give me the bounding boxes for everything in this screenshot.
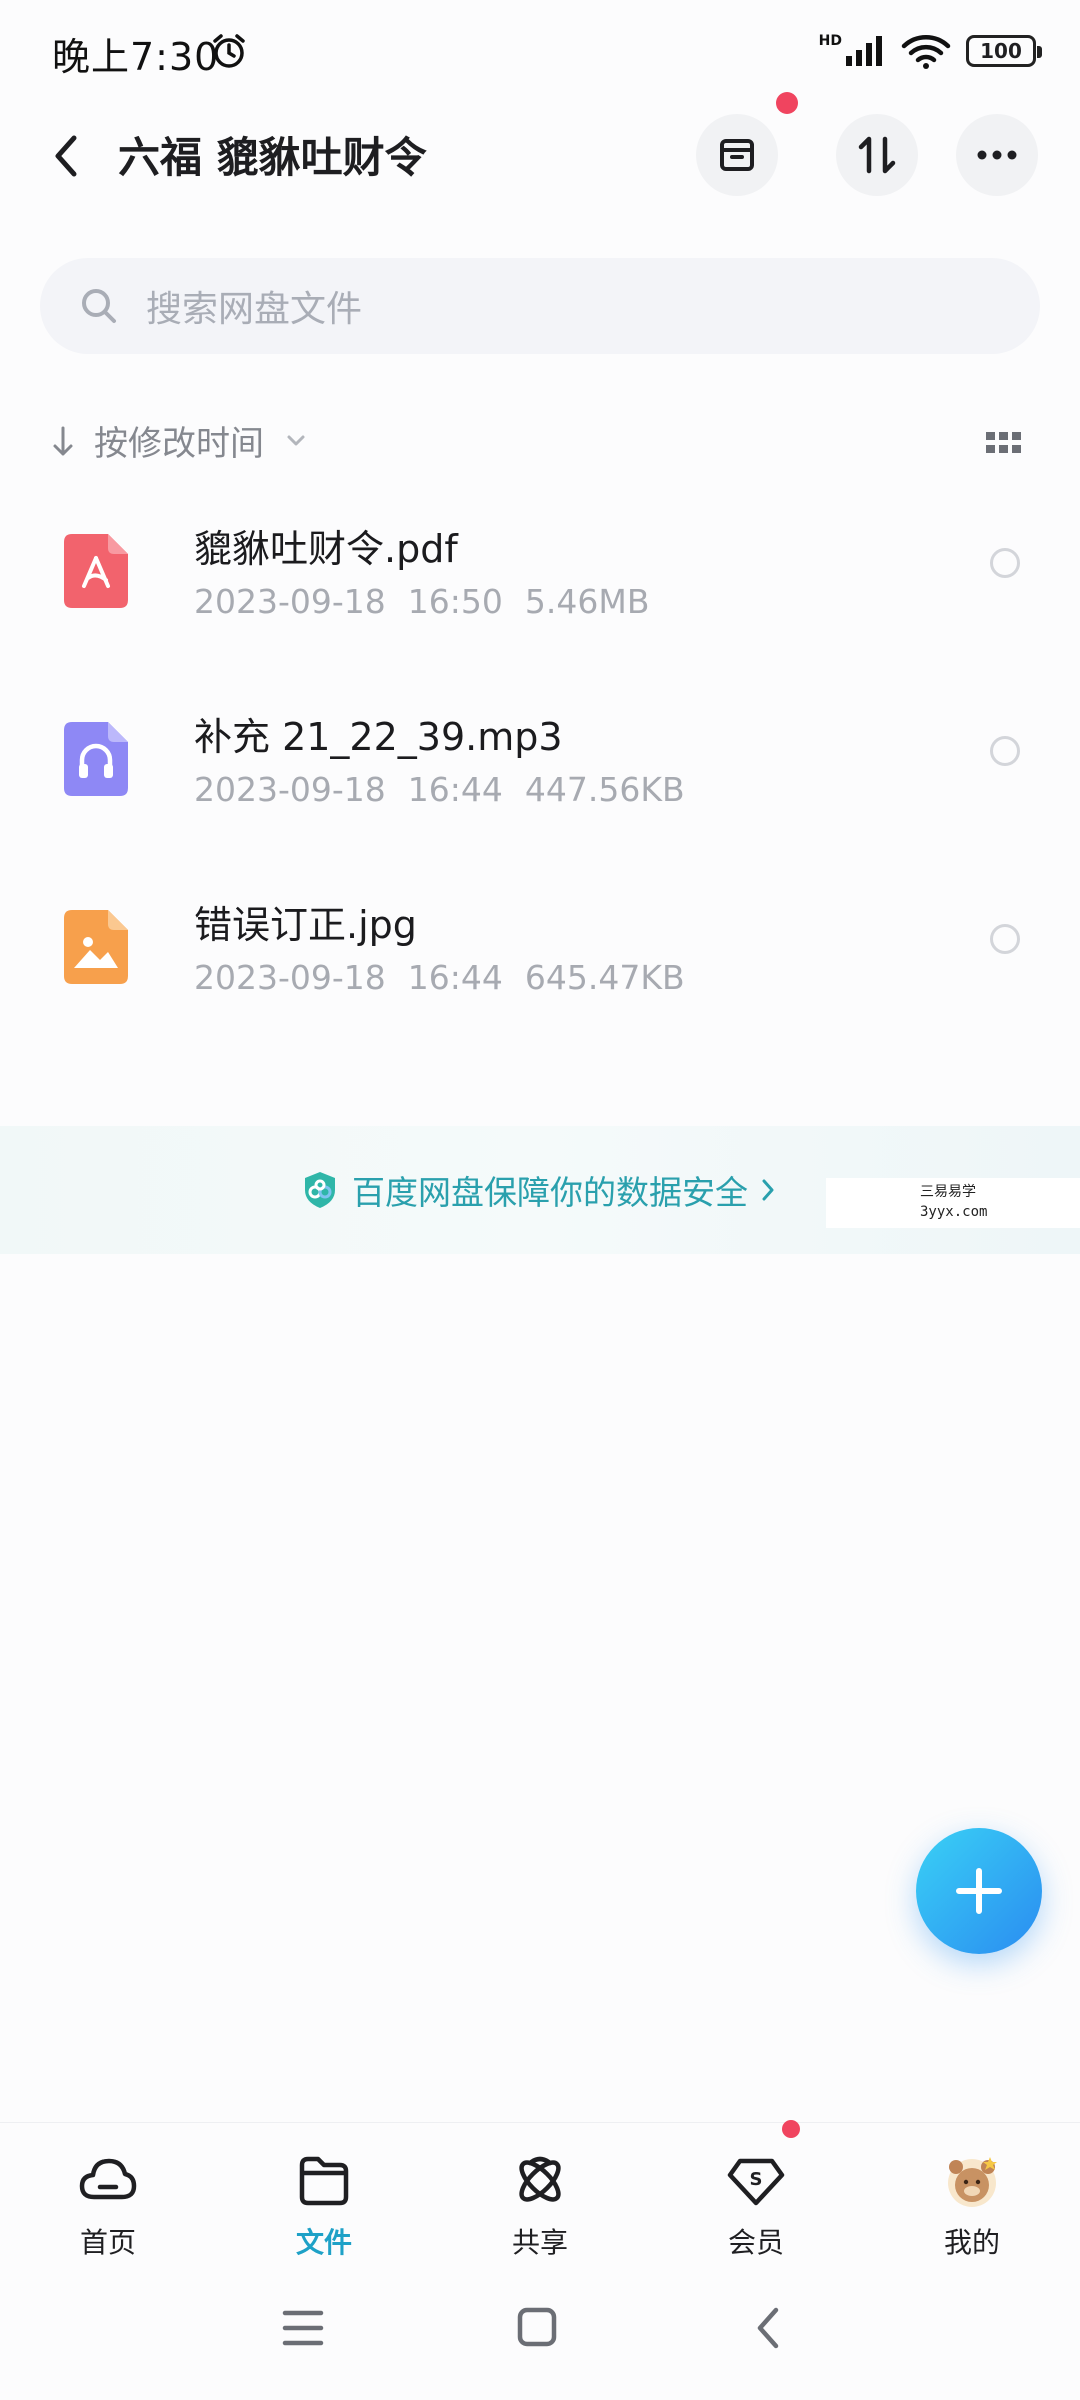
system-nav-bar [0,2272,1080,2400]
more-options-button[interactable] [956,114,1038,196]
nav-label: 会员 [727,2226,784,2259]
select-checkbox[interactable] [990,924,1020,954]
back-triangle-icon[interactable] [752,2306,784,2350]
home-square-icon[interactable] [516,2306,558,2348]
network-type: HD [818,33,842,49]
vip-notification-dot [782,2120,800,2138]
file-date: 2023-09-18 [194,770,386,809]
shield-icon [305,1172,335,1208]
more-dots-icon [977,150,1017,160]
sort-label: 按修改时间 [94,424,264,464]
plus-icon [956,1868,1002,1914]
status-right: HD 100 [819,32,1042,70]
cellular-signal-icon: HD [819,34,886,68]
sort-dropdown[interactable]: 按修改时间 [52,416,308,465]
banner-text: 百度网盘保障你的数据安全 [352,1173,748,1212]
folder-icon [299,2156,349,2206]
archive-box-icon [720,139,754,171]
back-button[interactable] [44,128,88,184]
file-date: 2023-09-18 [194,958,386,997]
search-input[interactable]: 搜索网盘文件 [40,258,1040,354]
add-button[interactable] [916,1828,1042,1954]
file-name: 错误订正.jpg [194,903,417,947]
vip-diamond-icon: S [727,2158,785,2206]
nav-label: 我的 [943,2226,1000,2259]
battery-icon: 100 [966,35,1042,67]
grid-view-icon[interactable] [986,432,1022,454]
file-name: 补充 21_22_39.mp3 [194,715,563,759]
nav-mine[interactable]: 我的 [892,2133,1052,2261]
nav-label: 共享 [511,2226,568,2259]
alarm-icon [213,34,245,68]
search-icon [82,289,116,323]
watermark-line1: 三易易学 [920,1184,976,1200]
svg-text:S: S [750,2169,763,2190]
sort-arrows-icon [858,136,896,174]
file-size: 5.46MB [524,582,650,621]
search-placeholder: 搜索网盘文件 [146,289,363,330]
file-time: 16:44 [407,958,503,997]
arrow-down-icon [53,426,73,455]
select-checkbox[interactable] [990,548,1020,578]
nav-label: 文件 [295,2226,352,2259]
transfer-button[interactable] [696,114,778,196]
file-name: 貔貅吐财令.pdf [194,527,458,571]
avatar [948,2157,997,2207]
file-time: 16:44 [407,770,503,809]
file-meta: 2023-09-18 16:44 447.56KB [194,770,685,809]
pdf-icon [64,534,128,608]
chevron-right-icon [762,1179,774,1201]
file-meta: 2023-09-18 16:44 645.47KB [194,958,685,997]
watermark-line2: 3yyx.com [920,1204,988,1220]
wifi-icon [901,35,951,69]
status-time: 晚上7:30 [52,35,220,79]
file-size: 447.56KB [524,770,685,809]
file-row[interactable]: 错误订正.jpg 2023-09-18 16:44 645.47KB [0,874,1080,1060]
image-icon [64,910,128,984]
file-size: 645.47KB [524,958,685,997]
file-row[interactable]: 补充 21_22_39.mp3 2023-09-18 16:44 447.56K… [0,686,1080,872]
bottom-nav: 首页 文件 共享 S 会员 我的 [0,2120,1080,2272]
nav-share[interactable]: 共享 [460,2133,620,2261]
nav-home[interactable]: 首页 [28,2133,188,2261]
nav-vip[interactable]: S 会员 [676,2133,836,2261]
share-atom-icon [519,2156,561,2202]
notification-dot [776,92,798,114]
file-time: 16:50 [407,582,503,621]
watermark: 三易易学 3yyx.com [826,1178,1080,1228]
select-checkbox[interactable] [990,736,1020,766]
cloud-home-icon [79,2158,137,2200]
sort-toggle-button[interactable] [836,114,918,196]
nav-files[interactable]: 文件 [244,2133,404,2261]
file-row[interactable]: 貔貅吐财令.pdf 2023-09-18 16:50 5.46MB [0,498,1080,684]
chevron-down-icon [287,435,305,445]
audio-icon [64,722,128,796]
page-title: 六福 貔貅吐财令 [118,133,427,182]
menu-icon[interactable] [282,2308,324,2348]
file-meta: 2023-09-18 16:50 5.46MB [194,582,649,621]
nav-label: 首页 [79,2226,136,2259]
file-date: 2023-09-18 [194,582,386,621]
